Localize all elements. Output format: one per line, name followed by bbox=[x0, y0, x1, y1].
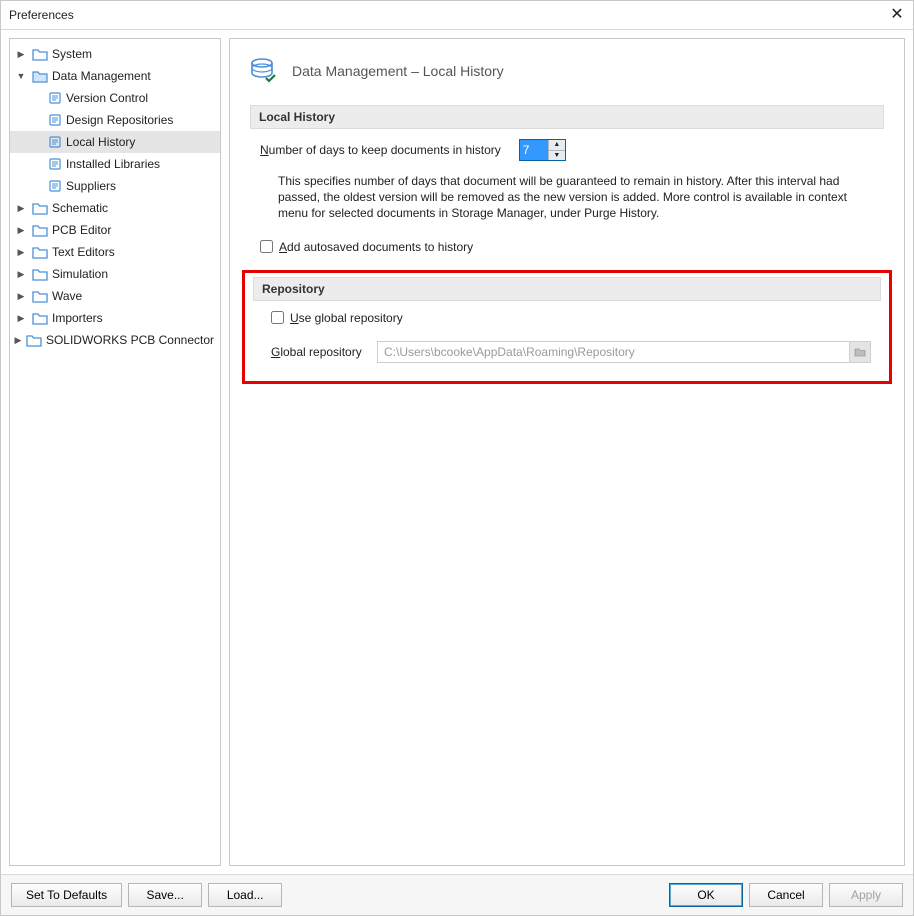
spinner-group: ▲ ▼ bbox=[548, 140, 565, 160]
page-icon bbox=[48, 91, 62, 105]
tree-item-version-control[interactable]: Version Control bbox=[10, 87, 220, 109]
chevron-right-icon[interactable]: ▶ bbox=[14, 49, 28, 60]
preferences-dialog: Preferences ✕ ▶ System ▼ Data Management… bbox=[0, 0, 914, 916]
close-icon[interactable]: ✕ bbox=[889, 7, 905, 23]
autosave-label: Add autosaved documents to history bbox=[279, 240, 473, 254]
tree-item-text-editors[interactable]: ▶ Text Editors bbox=[10, 241, 220, 263]
days-description: This specifies number of days that docum… bbox=[278, 173, 874, 222]
tree-item-solidworks-pcb-connector[interactable]: ▶ SOLIDWORKS PCB Connector bbox=[10, 329, 220, 351]
chevron-right-icon[interactable]: ▶ bbox=[14, 269, 28, 280]
nav-tree[interactable]: ▶ System ▼ Data Management Version Contr… bbox=[9, 38, 221, 866]
browse-button[interactable] bbox=[849, 342, 870, 362]
cancel-button[interactable]: Cancel bbox=[749, 883, 823, 907]
database-icon bbox=[250, 57, 280, 85]
content-header: Data Management – Local History bbox=[250, 57, 884, 85]
days-label: Number of days to keep documents in hist… bbox=[260, 143, 501, 157]
global-repo-row: Global repository bbox=[271, 341, 871, 363]
chevron-right-icon[interactable]: ▶ bbox=[14, 247, 28, 258]
browse-icon bbox=[854, 347, 866, 357]
tree-item-data-management[interactable]: ▼ Data Management bbox=[10, 65, 220, 87]
section-repository: Repository bbox=[253, 277, 881, 301]
chevron-down-icon[interactable]: ▼ bbox=[14, 71, 28, 81]
tree-item-system[interactable]: ▶ System bbox=[10, 43, 220, 65]
page-icon bbox=[48, 157, 62, 171]
global-repo-label: Global repository bbox=[271, 345, 363, 359]
global-repo-input-wrap bbox=[377, 341, 871, 363]
days-input[interactable] bbox=[520, 140, 548, 160]
folder-icon bbox=[32, 267, 48, 281]
folder-icon bbox=[32, 245, 48, 259]
ok-button[interactable]: OK bbox=[669, 883, 743, 907]
folder-open-icon bbox=[32, 69, 48, 83]
dialog-body: ▶ System ▼ Data Management Version Contr… bbox=[1, 30, 913, 874]
save-button[interactable]: Save... bbox=[128, 883, 202, 907]
page-icon bbox=[48, 135, 62, 149]
chevron-right-icon[interactable]: ▶ bbox=[14, 291, 28, 302]
repository-highlight-box: Repository Use global repository Global … bbox=[242, 270, 892, 384]
folder-icon bbox=[32, 201, 48, 215]
titlebar: Preferences ✕ bbox=[1, 1, 913, 30]
tree-item-installed-libraries[interactable]: Installed Libraries bbox=[10, 153, 220, 175]
use-global-label: Use global repository bbox=[290, 311, 403, 325]
spinner-down-icon[interactable]: ▼ bbox=[549, 151, 565, 161]
tree-item-importers[interactable]: ▶ Importers bbox=[10, 307, 220, 329]
page-icon bbox=[48, 113, 62, 127]
tree-item-wave[interactable]: ▶ Wave bbox=[10, 285, 220, 307]
tree-item-schematic[interactable]: ▶ Schematic bbox=[10, 197, 220, 219]
days-stepper[interactable]: ▲ ▼ bbox=[519, 139, 566, 161]
tree-item-pcb-editor[interactable]: ▶ PCB Editor bbox=[10, 219, 220, 241]
folder-icon bbox=[32, 289, 48, 303]
use-global-checkbox[interactable] bbox=[271, 311, 284, 324]
set-defaults-button[interactable]: Set To Defaults bbox=[11, 883, 122, 907]
days-field-row: Number of days to keep documents in hist… bbox=[260, 139, 874, 161]
global-repo-input[interactable] bbox=[378, 342, 849, 362]
chevron-right-icon[interactable]: ▶ bbox=[14, 313, 28, 324]
chevron-right-icon[interactable]: ▶ bbox=[14, 225, 28, 236]
autosave-checkbox[interactable] bbox=[260, 240, 273, 253]
folder-icon bbox=[32, 311, 48, 325]
use-global-row: Use global repository bbox=[271, 311, 871, 325]
page-title: Data Management – Local History bbox=[292, 63, 504, 79]
tree-item-local-history[interactable]: Local History bbox=[10, 131, 220, 153]
autosave-row: Add autosaved documents to history bbox=[260, 240, 874, 254]
apply-button[interactable]: Apply bbox=[829, 883, 903, 907]
chevron-right-icon[interactable]: ▶ bbox=[14, 335, 22, 346]
load-button[interactable]: Load... bbox=[208, 883, 282, 907]
folder-icon bbox=[32, 47, 48, 61]
tree-item-suppliers[interactable]: Suppliers bbox=[10, 175, 220, 197]
chevron-right-icon[interactable]: ▶ bbox=[14, 203, 28, 214]
section-local-history: Local History bbox=[250, 105, 884, 129]
spinner-up-icon[interactable]: ▲ bbox=[549, 140, 565, 151]
page-icon bbox=[48, 179, 62, 193]
tree-item-design-repositories[interactable]: Design Repositories bbox=[10, 109, 220, 131]
content-panel: Data Management – Local History Local Hi… bbox=[229, 38, 905, 866]
folder-icon bbox=[32, 223, 48, 237]
window-title: Preferences bbox=[9, 8, 74, 22]
dialog-footer: Set To Defaults Save... Load... OK Cance… bbox=[1, 874, 913, 915]
tree-item-simulation[interactable]: ▶ Simulation bbox=[10, 263, 220, 285]
folder-icon bbox=[26, 333, 42, 347]
